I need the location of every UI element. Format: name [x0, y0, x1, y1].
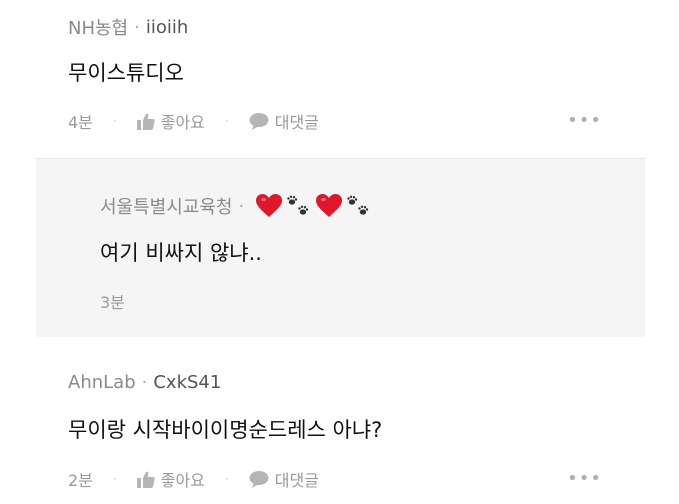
comment-author[interactable]: AhnLab · CxkS41 [68, 372, 221, 393]
meta-separator: · [238, 195, 245, 217]
reply-actions: 3분 [100, 289, 125, 313]
comment-actions: 2분 · 좋아요 · 대댓글 [68, 467, 319, 491]
like-button[interactable]: 좋아요 [136, 109, 205, 133]
reply-text: 여기 비싸지 않냐.. [100, 241, 262, 265]
comment-time: 2분 [68, 471, 93, 490]
comment-text: 무이랑 시작바이이명순드레스 아냐? [68, 418, 383, 442]
speech-bubble-icon [249, 113, 269, 130]
reply-label: 대댓글 [274, 471, 319, 490]
like-button[interactable]: 좋아요 [136, 467, 205, 491]
action-separator: · [224, 114, 229, 128]
meta-separator: · [141, 372, 148, 393]
comment-item: AhnLab · CxkS41 무이랑 시작바이이명순드레스 아냐? 2분 · … [0, 350, 679, 504]
meta-separator: · [134, 16, 140, 38]
author-org: 서울특별시교육청 [100, 197, 233, 218]
comment-actions: 4분 · 좋아요 · 대댓글 [68, 109, 319, 133]
author-emoji-nickname [256, 194, 372, 218]
reply-author[interactable]: 서울특별시교육청 · [100, 193, 372, 219]
more-options-button[interactable]: ••• [567, 110, 602, 131]
author-org: AhnLab [68, 372, 136, 393]
author-nickname: CxkS41 [153, 372, 222, 393]
comment-author[interactable]: NH농협 · iioiih [68, 14, 188, 40]
paw-prints-icon [287, 195, 309, 215]
thumbs-up-icon [136, 113, 155, 130]
red-heart-icon [256, 194, 283, 217]
red-heart-icon [316, 194, 343, 217]
like-label: 좋아요 [160, 113, 205, 132]
reply-button[interactable]: 대댓글 [249, 109, 319, 133]
comment-text: 무이스튜디오 [68, 61, 184, 85]
comment-item: NH농협 · iioiih 무이스튜디오 4분 · 좋아요 · 대댓글 ••• [0, 0, 679, 158]
action-separator: · [224, 472, 229, 486]
speech-bubble-icon [249, 471, 269, 488]
reply-item: 서울특별시교육청 · 여기 비싸지 않냐.. 3분 [36, 158, 645, 337]
reply-button[interactable]: 대댓글 [249, 467, 319, 491]
paw-prints-icon [347, 195, 369, 215]
author-nickname: iioiih [145, 16, 189, 38]
reply-label: 대댓글 [274, 113, 319, 132]
author-org: NH농협 [68, 18, 129, 39]
like-label: 좋아요 [160, 471, 205, 490]
action-separator: · [112, 114, 117, 128]
comment-time: 4분 [68, 113, 93, 132]
thumbs-up-icon [136, 471, 155, 488]
reply-time: 3분 [100, 293, 125, 312]
more-options-button[interactable]: ••• [567, 468, 602, 489]
action-separator: · [112, 472, 117, 486]
